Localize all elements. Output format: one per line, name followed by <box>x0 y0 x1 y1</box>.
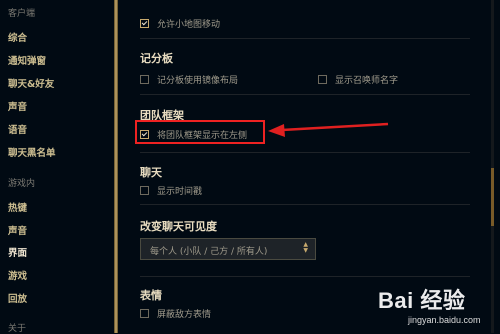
chat-heading: 聊天 <box>140 166 162 179</box>
scoreboard-mirror-checkbox[interactable] <box>140 75 149 84</box>
baidu-jingyan-watermark: Bai 经验 jingyan.baidu.com <box>378 283 498 331</box>
sidebar-item-game[interactable]: 游戏 <box>8 268 27 282</box>
sidebar-item-voice[interactable]: 语音 <box>8 122 27 136</box>
separator <box>140 94 470 95</box>
annotation-highlight-box <box>135 120 265 144</box>
sidebar-item-general[interactable]: 综合 <box>8 30 27 44</box>
separator <box>140 204 470 205</box>
watermark-brand: Bai 经验 <box>378 288 466 313</box>
scoreboard-mirror-option[interactable]: 记分板使用镜像布局 <box>140 73 238 86</box>
chat-visibility-heading: 改变聊天可见度 <box>140 220 217 233</box>
mute-enemy-emotes-label: 屏蔽敌方表情 <box>157 310 212 320</box>
sidebar-item-replay[interactable]: 回放 <box>8 291 27 305</box>
chat-visibility-dropdown[interactable]: 每个人 (小队 / 己方 / 所有人) ▲ ▼ <box>140 238 316 260</box>
summoner-name-checkbox[interactable] <box>318 75 327 84</box>
minimap-label: 允许小地图移动 <box>157 20 221 30</box>
section-in-game: 游戏内 <box>8 179 36 189</box>
timestamp-label: 显示时间戳 <box>157 187 203 197</box>
mute-enemy-emotes-checkbox[interactable] <box>140 309 149 318</box>
sidebar-item-chat-friends[interactable]: 聊天&好友 <box>8 76 54 90</box>
sidebar-item-hotkeys[interactable]: 热键 <box>8 200 27 214</box>
timestamp-option[interactable]: 显示时间戳 <box>140 184 202 197</box>
watermark-url: jingyan.baidu.com <box>408 315 481 325</box>
sidebar-item-interface[interactable]: 界面 <box>8 245 27 259</box>
scoreboard-mirror-label: 记分板使用镜像布局 <box>157 76 239 86</box>
section-about[interactable]: 关于 <box>8 321 26 334</box>
scoreboard-heading: 记分板 <box>140 52 173 65</box>
section-client: 客户端 <box>8 9 36 19</box>
sidebar-item-notifications[interactable]: 通知弹窗 <box>8 53 46 67</box>
emotes-heading: 表情 <box>140 289 162 302</box>
scrollbar-thumb[interactable] <box>491 168 494 226</box>
sidebar-item-client-sound[interactable]: 声音 <box>8 99 27 113</box>
minimap-option[interactable]: 允许小地图移动 <box>140 17 220 30</box>
mute-enemy-emotes-option[interactable]: 屏蔽敌方表情 <box>140 307 211 320</box>
summoner-name-label: 显示召唤师名字 <box>335 76 399 86</box>
sidebar-item-game-sound[interactable]: 声音 <box>8 223 27 237</box>
summoner-name-option[interactable]: 显示召唤师名字 <box>318 73 398 86</box>
separator <box>140 152 470 153</box>
separator <box>140 276 470 277</box>
timestamp-checkbox[interactable] <box>140 186 149 195</box>
up-down-chevron-icon: ▲ ▼ <box>303 241 308 254</box>
settings-sidebar: 客户端 综合 通知弹窗 聊天&好友 声音 语音 聊天黑名单 游戏内 热键 声音 … <box>0 0 112 334</box>
minimap-checkbox[interactable] <box>140 19 149 28</box>
sidebar-item-chat-blocklist[interactable]: 聊天黑名单 <box>8 145 56 159</box>
separator <box>140 38 470 39</box>
chat-visibility-selected: 每个人 (小队 / 己方 / 所有人) <box>150 247 268 257</box>
